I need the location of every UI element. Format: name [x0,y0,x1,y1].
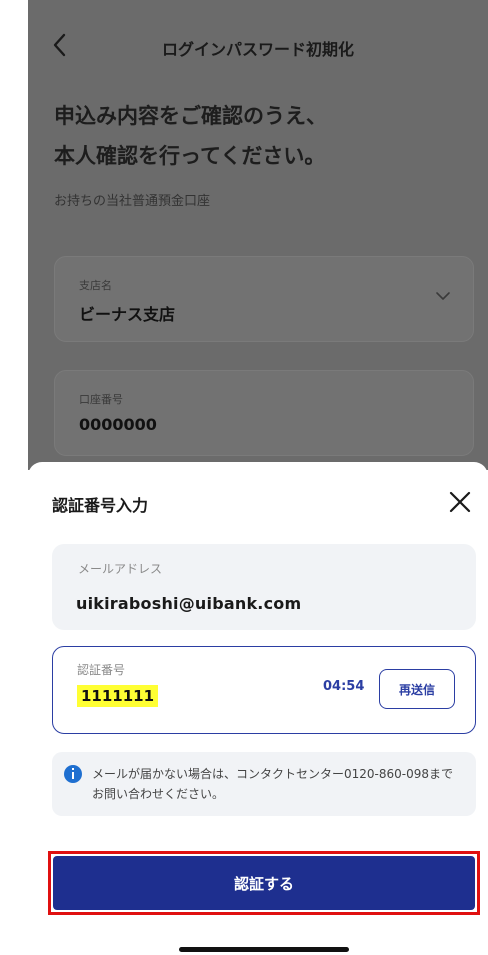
background-page: ログインパスワード初期化 申込み内容をご確認のうえ、 本人確認を行ってください。… [28,0,488,470]
branch-label: 支店名 [79,279,112,292]
heading-line-2: 本人確認を行ってください。 [54,144,326,168]
verification-bottom-sheet: 認証番号入力 メールアドレス uikiraboshi@uibank.com 認証… [28,462,488,955]
resend-button[interactable]: 再送信 [379,669,455,709]
chevron-down-icon [436,292,450,300]
email-value: uikiraboshi@uibank.com [76,594,302,613]
account-label: 口座番号 [79,393,123,406]
email-field[interactable]: メールアドレス uikiraboshi@uibank.com [52,544,476,630]
heading-line-1: 申込み内容をご確認のうえ、 [54,104,327,128]
page-title: ログインパスワード初期化 [161,40,354,59]
close-icon[interactable] [446,488,474,516]
account-number-field[interactable]: 口座番号 0000000 [54,370,474,456]
branch-value: ビーナス支店 [79,305,176,324]
email-label: メールアドレス [78,562,163,576]
home-indicator [179,947,349,952]
verify-button[interactable]: 認証する [53,856,475,910]
branch-select[interactable]: 支店名 ビーナス支店 [54,256,474,342]
account-value: 0000000 [79,415,157,434]
info-text: メールが届かない場合は、コンタクトセンター0120-860-098までお問い合わ… [92,767,454,801]
code-label: 認証番号 [77,663,126,677]
countdown-timer: 04:54 [323,679,365,694]
code-value[interactable]: 1111111 [77,685,159,707]
verification-code-field[interactable]: 認証番号 1111111 04:54 再送信 [52,646,476,734]
account-subtext: お持ちの当社普通預金口座 [54,194,211,209]
info-notice: メールが届かない場合は、コンタクトセンター0120-860-098までお問い合わ… [52,752,476,816]
phone-screen: ログインパスワード初期化 申込み内容をご確認のうえ、 本人確認を行ってください。… [28,0,488,955]
info-icon [64,765,82,783]
top-nav-bar: ログインパスワード初期化 [28,20,488,72]
instruction-heading: 申込み内容をご確認のうえ、 本人確認を行ってください。 [54,96,327,176]
sheet-title: 認証番号入力 [52,496,149,515]
